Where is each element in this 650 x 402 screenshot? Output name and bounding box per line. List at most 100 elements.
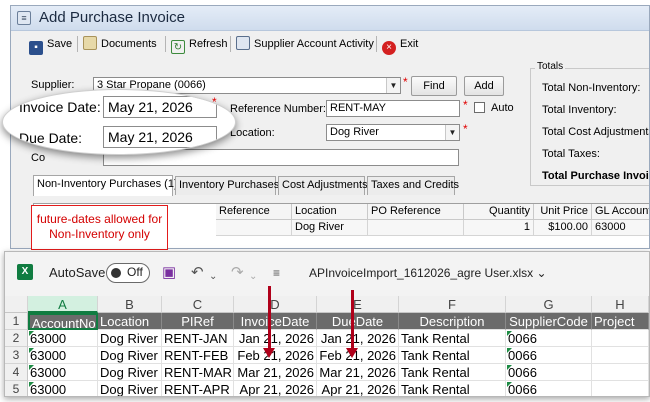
cell[interactable]: Dog River — [98, 381, 162, 396]
cell[interactable]: Tank Rental — [399, 330, 506, 347]
grid-header-po-reference[interactable]: PO Reference — [368, 204, 464, 220]
cell[interactable]: 63000 — [28, 381, 98, 396]
grid-cell[interactable]: 63000 — [592, 220, 649, 236]
row-header[interactable]: 4 — [5, 364, 28, 381]
cell[interactable]: 63000 — [28, 364, 98, 381]
invoice-date-input[interactable]: May 21, 2026 — [103, 96, 217, 118]
cell[interactable]: RENT-FEB — [162, 347, 234, 364]
row-header[interactable]: 5 — [5, 381, 28, 396]
row-header[interactable]: 3 — [5, 347, 28, 364]
cell[interactable]: 0066 — [506, 381, 592, 396]
cell[interactable]: 63000 — [28, 330, 98, 347]
required-marker: * — [212, 95, 217, 109]
chevron-down-icon[interactable]: ▼ — [386, 78, 400, 93]
autosave-state: Off — [127, 265, 143, 279]
cell-text: 63000 — [30, 331, 67, 346]
tab-non-inventory[interactable]: Non-Inventory Purchases (1) — [33, 175, 178, 196]
tab-cost-adjustments[interactable]: Cost Adjustments — [278, 176, 368, 195]
supplier-activity-button[interactable]: Supplier Account Activity — [236, 34, 374, 54]
column-header-d[interactable]: D — [234, 296, 317, 313]
grid-cell[interactable] — [216, 220, 292, 236]
tab-taxes-credits[interactable]: Taxes and Credits — [367, 176, 459, 195]
required-marker: * — [463, 122, 468, 136]
cell[interactable]: 63000 — [28, 347, 98, 364]
grid-header-unit-price[interactable]: Unit Price — [534, 204, 592, 220]
column-header-f[interactable]: F — [399, 296, 506, 313]
redo-icon[interactable]: ↷ — [231, 264, 244, 282]
cell[interactable]: Jan 21, 2026 — [317, 330, 399, 347]
row-header[interactable]: 1 — [5, 313, 28, 330]
auto-label: Auto — [491, 102, 514, 114]
row-header[interactable]: 2 — [5, 330, 28, 347]
header-cell-project[interactable]: Project — [592, 313, 649, 330]
header-cell-duedate[interactable]: DueDate — [317, 313, 399, 330]
header-cell-location[interactable]: Location — [98, 313, 162, 330]
cell[interactable]: 0066 — [506, 347, 592, 364]
exit-button[interactable]: × Exit — [382, 34, 418, 55]
cell[interactable]: Apr 21, 2026 — [317, 381, 399, 396]
cell[interactable]: RENT-APR — [162, 381, 234, 396]
auto-checkbox[interactable] — [474, 102, 485, 113]
grid-cell[interactable]: $100.00 — [534, 220, 592, 236]
total-purchase-invoice-label: Total Purchase Invoice: — [542, 170, 649, 182]
grid-header-gl-account[interactable]: GL Account — [592, 204, 649, 220]
cell[interactable]: Jan 21, 2026 — [234, 330, 317, 347]
cell[interactable]: 0066 — [506, 330, 592, 347]
cell[interactable] — [592, 347, 649, 364]
grid-cell[interactable]: Dog River — [292, 220, 368, 236]
cell[interactable]: Feb 21, 2026 — [317, 347, 399, 364]
cell[interactable]: RENT-JAN — [162, 330, 234, 347]
column-header-e[interactable]: E — [317, 296, 399, 313]
autosave-toggle[interactable]: Off — [106, 263, 150, 283]
column-header-c[interactable]: C — [162, 296, 234, 313]
cell[interactable]: Mar 21, 2026 — [234, 364, 317, 381]
cell[interactable]: Dog River — [98, 364, 162, 381]
cell[interactable]: Tank Rental — [399, 347, 506, 364]
location-combo[interactable]: Dog River ▼ — [326, 124, 460, 141]
customize-toolbar-icon[interactable]: ≡ — [273, 264, 280, 282]
total-taxes-label: Total Taxes: — [542, 148, 600, 160]
cell[interactable]: Dog River — [98, 347, 162, 364]
documents-button[interactable]: Documents — [83, 34, 157, 54]
column-header-h[interactable]: H — [592, 296, 649, 313]
chevron-down-icon[interactable]: ⌄ — [209, 268, 217, 286]
header-cell-suppliercode[interactable]: SupplierCode — [506, 313, 592, 330]
cell[interactable] — [592, 330, 649, 347]
cell[interactable] — [592, 381, 649, 396]
grid-cell[interactable]: 1 — [464, 220, 534, 236]
cell[interactable]: Apr 21, 2026 — [234, 381, 317, 396]
cell[interactable]: Tank Rental — [399, 381, 506, 396]
cell[interactable]: Feb 21, 2026 — [234, 347, 317, 364]
refresh-button[interactable]: ↻ Refresh — [171, 34, 228, 54]
annotation-arrow-invoice-date — [268, 286, 271, 350]
column-header-g[interactable]: G — [506, 296, 592, 313]
chevron-down-icon[interactable]: ⌄ — [249, 268, 257, 286]
cell[interactable]: Tank Rental — [399, 364, 506, 381]
undo-icon[interactable]: ↶ — [191, 264, 204, 282]
grid-header-quantity[interactable]: Quantity — [464, 204, 534, 220]
add-button[interactable]: Add — [464, 76, 504, 96]
find-button[interactable]: Find — [411, 76, 457, 96]
chevron-down-icon[interactable]: ▼ — [445, 125, 459, 140]
cell[interactable] — [592, 364, 649, 381]
file-name[interactable]: APInvoiceImport_1612026_agre User.xlsx ⌄ — [309, 266, 547, 280]
reference-input[interactable]: RENT-MAY — [326, 100, 460, 117]
select-all-corner[interactable] — [5, 296, 28, 313]
save-icon[interactable]: ▣ — [162, 264, 176, 282]
grid-cell[interactable] — [368, 220, 464, 236]
grid-header-location[interactable]: Location — [292, 204, 368, 220]
save-button[interactable]: ▪ Save — [29, 34, 72, 55]
cell[interactable]: Dog River — [98, 330, 162, 347]
tab-inventory[interactable]: Inventory Purchases — [175, 176, 279, 195]
column-header-a[interactable]: A — [28, 296, 98, 313]
due-date-input[interactable]: May 21, 2026 — [103, 126, 217, 148]
header-cell-accountno[interactable]: AccountNo — [28, 313, 98, 330]
cell[interactable]: Mar 21, 2026 — [317, 364, 399, 381]
grid-header-reference[interactable]: Reference — [216, 204, 292, 220]
column-header-b[interactable]: B — [98, 296, 162, 313]
header-cell-invoicedate[interactable]: InvoiceDate — [234, 313, 317, 330]
header-cell-piref[interactable]: PIRef — [162, 313, 234, 330]
header-cell-description[interactable]: Description — [399, 313, 506, 330]
cell[interactable]: RENT-MAR — [162, 364, 234, 381]
cell[interactable]: 0066 — [506, 364, 592, 381]
